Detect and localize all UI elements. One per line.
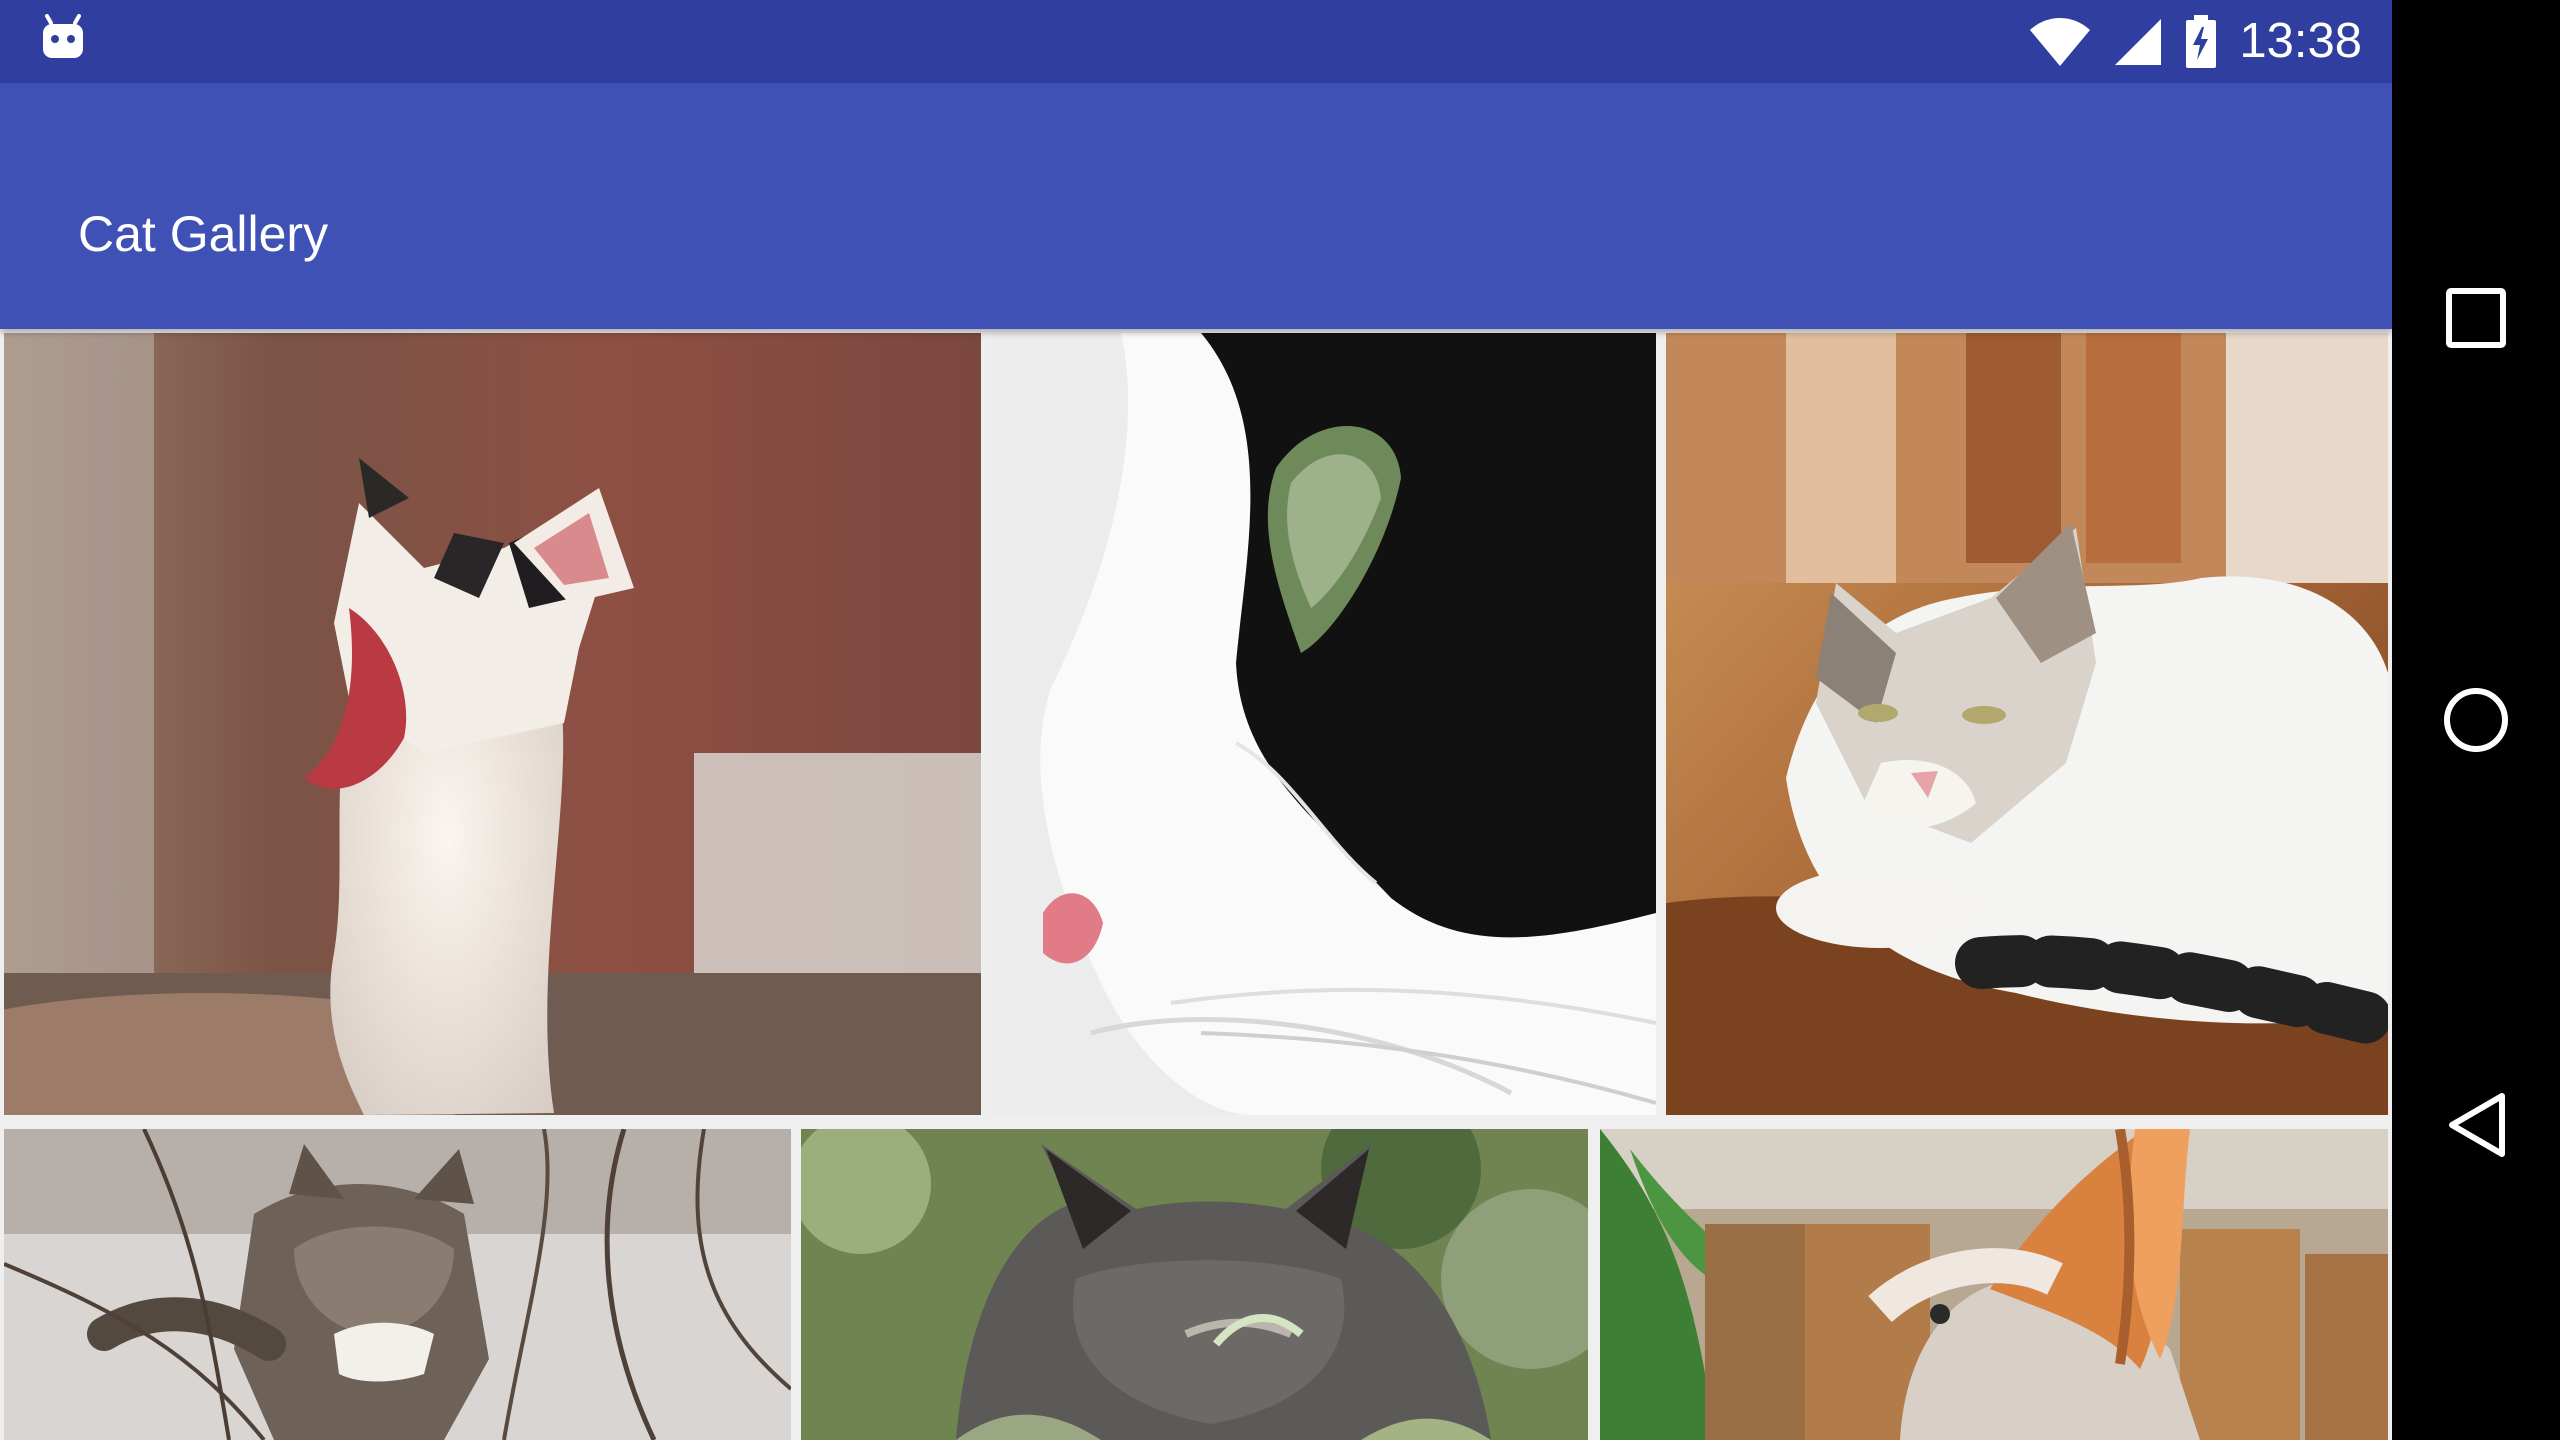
cat-image-yawning-kitten[interactable] (4, 333, 981, 1115)
home-icon (2444, 688, 2508, 752)
recents-icon (2446, 288, 2506, 348)
app-title: Cat Gallery (78, 206, 329, 262)
back-button[interactable] (2392, 1041, 2560, 1209)
cat-image-tabby-branches[interactable] (4, 1129, 791, 1440)
cat-photo-icon (801, 1129, 1588, 1440)
status-bar: 13:38 (0, 0, 2392, 83)
battery-charging-icon (2186, 14, 2217, 68)
status-icons: 13:38 (2029, 0, 2362, 83)
cat-photo-icon (1600, 1129, 2388, 1440)
cat-photo-icon (4, 333, 981, 1115)
home-button[interactable] (2392, 636, 2560, 804)
cat-photo-icon (1666, 333, 2388, 1115)
cell-signal-icon (2115, 18, 2162, 65)
back-icon (2449, 1093, 2505, 1157)
cat-gallery-grid (0, 329, 2392, 1440)
android-device: 13:38 Cat Gallery (0, 0, 2560, 1440)
wifi-icon (2030, 17, 2091, 66)
app-bar: Cat Gallery (0, 83, 2392, 329)
cat-image-black-white-closeup[interactable] (991, 333, 1656, 1115)
android-navigation-bar (2392, 0, 2560, 1440)
app-screen: 13:38 Cat Gallery (0, 0, 2392, 1440)
cat-image-orange-chairs[interactable] (1600, 1129, 2388, 1440)
cat-photo-icon (991, 333, 1656, 1115)
cat-image-tabby-lying[interactable] (1666, 333, 2388, 1115)
android-debug-icon (43, 14, 83, 58)
recents-button[interactable] (2392, 234, 2560, 402)
cat-photo-icon (4, 1129, 791, 1440)
status-clock: 13:38 (2239, 14, 2362, 68)
cat-image-grey-fluffy[interactable] (801, 1129, 1588, 1440)
